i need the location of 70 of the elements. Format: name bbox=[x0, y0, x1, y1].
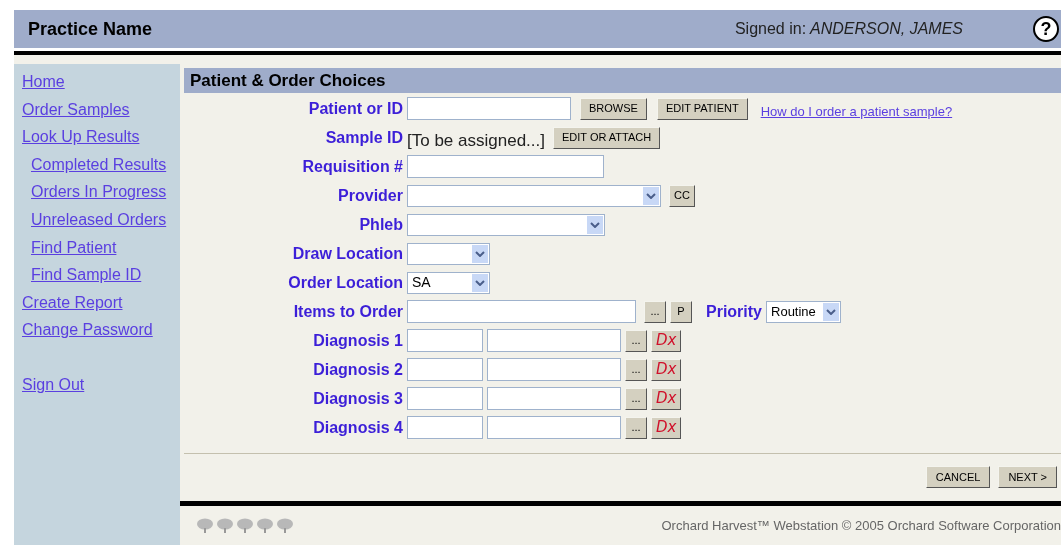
diagnosis-description-field[interactable] bbox=[487, 387, 621, 410]
action-button[interactable]: CANCEL bbox=[925, 466, 991, 488]
field-label: Priority bbox=[706, 301, 762, 322]
nav-link[interactable]: Find Patient bbox=[22, 235, 180, 264]
text-field[interactable] bbox=[407, 97, 571, 120]
nav-link[interactable]: Order Samples bbox=[22, 97, 180, 126]
form-button[interactable]: ... bbox=[644, 300, 666, 323]
help-link[interactable]: How do I order a patient sample? bbox=[760, 101, 953, 122]
action-button[interactable]: NEXT > bbox=[998, 466, 1057, 488]
field-label: Diagnosis 1 bbox=[313, 330, 403, 351]
nav-link[interactable]: Look Up Results bbox=[22, 125, 180, 153]
dropdown-field[interactable] bbox=[407, 242, 490, 265]
field-label: Diagnosis 4 bbox=[313, 417, 403, 438]
field-label: Sample ID bbox=[325, 127, 403, 148]
diagnosis-code-field[interactable] bbox=[407, 329, 483, 352]
form-button[interactable]: EDIT PATIENT bbox=[656, 97, 748, 120]
field-label: Provider bbox=[338, 185, 403, 206]
chevron-down-icon bbox=[472, 244, 488, 263]
text-field[interactable] bbox=[407, 300, 636, 323]
field-label: Diagnosis 2 bbox=[313, 359, 403, 380]
sample-id-value: [To be assigned...] bbox=[407, 129, 545, 152]
form-button[interactable]: P bbox=[670, 300, 692, 323]
dropdown-field[interactable]: SA bbox=[407, 271, 490, 294]
nav-link[interactable]: Change Password bbox=[22, 318, 180, 346]
field-label: Items to Order bbox=[293, 301, 403, 322]
chevron-down-icon bbox=[823, 302, 839, 321]
diagnosis-code-field[interactable] bbox=[407, 358, 483, 381]
form-button[interactable]: EDIT OR ATTACH bbox=[553, 126, 661, 149]
dropdown-field[interactable] bbox=[407, 184, 661, 207]
practice-name: Practice Name bbox=[28, 17, 153, 41]
nav-link[interactable]: Home bbox=[22, 70, 180, 98]
section-title: Patient & Order Choices bbox=[190, 69, 386, 92]
copyright-text: Orchard Harvest™ Webstation © 2005 Orchard Software Corporation bbox=[661, 517, 1061, 535]
form-button[interactable]: ... bbox=[625, 387, 647, 410]
nav-link[interactable]: Unreleased Orders bbox=[22, 207, 180, 236]
nav-link[interactable]: Find Sample ID bbox=[22, 263, 180, 291]
diagnosis-description-field[interactable] bbox=[487, 329, 621, 352]
help-button[interactable]: ? bbox=[1033, 16, 1059, 42]
field-label: Draw Location bbox=[292, 243, 403, 264]
form-button[interactable]: ... bbox=[625, 358, 647, 381]
diagnosis-lookup-button[interactable]: Dx bbox=[651, 387, 682, 410]
form-button[interactable]: ... bbox=[625, 416, 647, 439]
diagnosis-code-field[interactable] bbox=[407, 387, 483, 410]
diagnosis-description-field[interactable] bbox=[487, 358, 621, 381]
diagnosis-lookup-button[interactable]: Dx bbox=[651, 358, 682, 381]
signed-in-label: Signed in: bbox=[734, 19, 807, 39]
diagnosis-description-field[interactable] bbox=[487, 416, 621, 439]
text-field[interactable] bbox=[407, 155, 604, 178]
field-label: Order Location bbox=[288, 272, 403, 293]
priority-dropdown[interactable]: Routine bbox=[766, 300, 841, 323]
nav-link[interactable]: Orders In Progress bbox=[22, 180, 180, 208]
dropdown-field[interactable] bbox=[407, 213, 605, 236]
form-button[interactable]: CC bbox=[669, 184, 695, 207]
chevron-down-icon bbox=[472, 273, 488, 292]
diagnosis-code-field[interactable] bbox=[407, 416, 483, 439]
field-label: Requisition # bbox=[302, 156, 403, 177]
form-button[interactable]: ... bbox=[625, 329, 647, 352]
chevron-down-icon bbox=[587, 215, 603, 234]
diagnosis-lookup-button[interactable]: Dx bbox=[651, 416, 682, 439]
trees-logo-icon bbox=[196, 517, 296, 534]
field-label: Patient or ID bbox=[308, 98, 403, 119]
field-label: Diagnosis 3 bbox=[313, 388, 403, 409]
user-name: ANDERSON, JAMES bbox=[810, 19, 963, 39]
field-label: Phleb bbox=[359, 214, 403, 235]
nav-link[interactable]: Completed Results bbox=[22, 152, 180, 181]
nav-link[interactable]: Create Report bbox=[22, 290, 180, 319]
chevron-down-icon bbox=[643, 186, 659, 205]
form-button[interactable]: BROWSE bbox=[580, 97, 647, 120]
diagnosis-lookup-button[interactable]: Dx bbox=[651, 329, 682, 352]
nav-link[interactable]: Sign Out bbox=[22, 372, 180, 401]
